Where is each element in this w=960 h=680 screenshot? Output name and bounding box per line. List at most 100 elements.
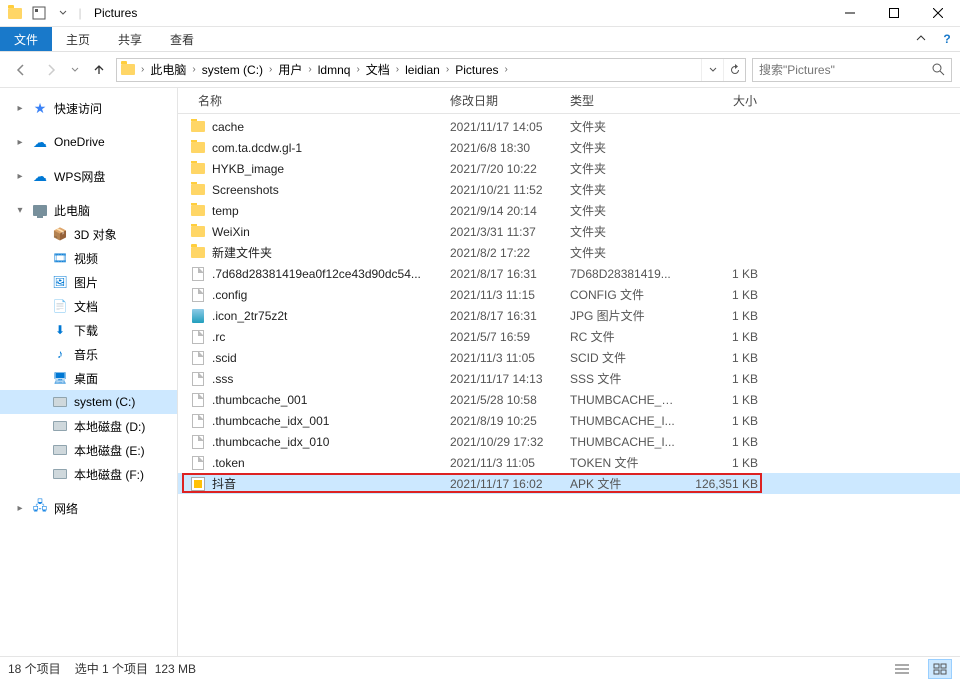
file-row[interactable]: .thumbcache_0012021/5/28 10:58THUMBCACHE…	[178, 389, 960, 410]
file-size: 126,351 KB	[684, 477, 764, 491]
file-row[interactable]: .thumbcache_idx_0012021/8/19 10:25THUMBC…	[178, 410, 960, 431]
breadcrumb-item[interactable]: leidian	[401, 59, 444, 81]
chevron-right-icon: ›	[503, 64, 510, 75]
breadcrumb-item[interactable]: 此电脑	[146, 59, 190, 81]
back-button[interactable]	[8, 57, 34, 83]
tree-network[interactable]: ▸🖧网络	[0, 496, 177, 520]
recent-dropdown-icon[interactable]	[68, 57, 82, 83]
file-date: 2021/11/17 14:13	[444, 372, 564, 386]
file-row[interactable]: .icon_2tr75z2t2021/8/17 16:31JPG 图片文件1 K…	[178, 305, 960, 326]
file-date: 2021/7/20 10:22	[444, 162, 564, 176]
view-icons-button[interactable]	[928, 659, 952, 679]
file-row[interactable]: .thumbcache_idx_0102021/10/29 17:32THUMB…	[178, 431, 960, 452]
tab-home[interactable]: 主页	[52, 27, 104, 51]
breadcrumbs: ›此电脑›system (C:)›用户›ldmnq›文档›leidian›Pic…	[139, 59, 701, 81]
address-bar[interactable]: ›此电脑›system (C:)›用户›ldmnq›文档›leidian›Pic…	[116, 58, 746, 82]
help-icon[interactable]: ?	[934, 27, 960, 51]
tree-item[interactable]: 🎞视频	[0, 246, 177, 270]
tree-item[interactable]: 🖼图片	[0, 270, 177, 294]
file-row[interactable]: .config2021/11/3 11:15CONFIG 文件1 KB	[178, 284, 960, 305]
tree-item-icon: 📄	[52, 298, 68, 314]
tab-share[interactable]: 共享	[104, 27, 156, 51]
view-details-button[interactable]	[890, 659, 914, 679]
column-headers: 名称 修改日期 类型 大小	[178, 88, 960, 114]
file-row[interactable]: .rc2021/5/7 16:59RC 文件1 KB	[178, 326, 960, 347]
address-dropdown-icon[interactable]	[701, 59, 723, 81]
tab-view[interactable]: 查看	[156, 27, 208, 51]
address-folder-icon	[117, 64, 139, 75]
title-bar: | Pictures	[0, 0, 960, 27]
file-row[interactable]: .scid2021/11/3 11:05SCID 文件1 KB	[178, 347, 960, 368]
star-icon: ★	[32, 100, 48, 116]
file-type: SSS 文件	[564, 370, 684, 387]
file-date: 2021/11/3 11:15	[444, 288, 564, 302]
tree-item[interactable]: 📦3D 对象	[0, 222, 177, 246]
column-type[interactable]: 类型	[564, 88, 684, 113]
column-size[interactable]: 大小	[684, 88, 764, 113]
breadcrumb-item[interactable]: Pictures	[451, 59, 502, 81]
tab-file[interactable]: 文件	[0, 27, 52, 51]
tree-item[interactable]: 本地磁盘 (D:)	[0, 414, 177, 438]
column-name[interactable]: 名称	[178, 88, 444, 113]
up-button[interactable]	[86, 57, 112, 83]
file-name: .icon_2tr75z2t	[212, 309, 287, 323]
file-row[interactable]: cache2021/11/17 14:05文件夹	[178, 116, 960, 137]
file-icon	[190, 329, 206, 345]
file-icon	[190, 392, 206, 408]
file-type: JPG 图片文件	[564, 307, 684, 324]
file-row[interactable]: com.ta.dcdw.gl-12021/6/8 18:30文件夹	[178, 137, 960, 158]
refresh-button[interactable]	[723, 59, 745, 81]
breadcrumb-item[interactable]: 文档	[362, 59, 394, 81]
tree-item[interactable]: 本地磁盘 (E:)	[0, 438, 177, 462]
file-icon	[190, 350, 206, 366]
file-name: HYKB_image	[212, 162, 284, 176]
forward-button[interactable]	[38, 57, 64, 83]
search-icon[interactable]	[925, 59, 951, 81]
file-type: APK 文件	[564, 475, 684, 492]
close-button[interactable]	[916, 0, 960, 27]
file-date: 2021/9/14 20:14	[444, 204, 564, 218]
column-date[interactable]: 修改日期	[444, 88, 564, 113]
file-icon	[190, 182, 206, 198]
tree-item[interactable]: 📄文档	[0, 294, 177, 318]
drive-icon	[52, 418, 68, 434]
file-icon	[190, 140, 206, 156]
file-rows: cache2021/11/17 14:05文件夹com.ta.dcdw.gl-1…	[178, 114, 960, 656]
file-row[interactable]: Screenshots2021/10/21 11:52文件夹	[178, 179, 960, 200]
qat-dropdown-icon[interactable]	[52, 2, 74, 24]
tree-item[interactable]: ♪音乐	[0, 342, 177, 366]
file-row[interactable]: 新建文件夹2021/8/2 17:22文件夹	[178, 242, 960, 263]
cloud-icon: ☁	[32, 168, 48, 184]
tree-item[interactable]: 🖥桌面	[0, 366, 177, 390]
file-row[interactable]: temp2021/9/14 20:14文件夹	[178, 200, 960, 221]
search-input[interactable]	[753, 63, 925, 77]
tree-quick-access[interactable]: ▸★快速访问	[0, 96, 177, 120]
ribbon-expand-icon[interactable]	[908, 27, 934, 51]
tree-wps[interactable]: ▸☁WPS网盘	[0, 164, 177, 188]
breadcrumb-item[interactable]: system (C:)	[198, 59, 267, 81]
file-row[interactable]: 抖音2021/11/17 16:02APK 文件126,351 KB	[178, 473, 960, 494]
file-type: 7D68D28381419...	[564, 267, 684, 281]
file-date: 2021/5/28 10:58	[444, 393, 564, 407]
properties-button[interactable]	[28, 2, 50, 24]
file-row[interactable]: .sss2021/11/17 14:13SSS 文件1 KB	[178, 368, 960, 389]
tree-label: 本地磁盘 (D:)	[74, 418, 145, 435]
chevron-right-icon: ›	[306, 64, 313, 75]
file-row[interactable]: .token2021/11/3 11:05TOKEN 文件1 KB	[178, 452, 960, 473]
minimize-button[interactable]	[828, 0, 872, 27]
tree-onedrive[interactable]: ▸☁OneDrive	[0, 130, 177, 154]
tree-item[interactable]: ⬇下载	[0, 318, 177, 342]
file-row[interactable]: HYKB_image2021/7/20 10:22文件夹	[178, 158, 960, 179]
maximize-button[interactable]	[872, 0, 916, 27]
tree-item-icon: ⬇	[52, 322, 68, 338]
file-list-pane: 名称 修改日期 类型 大小 cache2021/11/17 14:05文件夹co…	[178, 88, 960, 656]
file-row[interactable]: .7d68d28381419ea0f12ce43d90dc54...2021/8…	[178, 263, 960, 284]
tree-item[interactable]: 本地磁盘 (F:)	[0, 462, 177, 486]
tree-item[interactable]: system (C:)	[0, 390, 177, 414]
breadcrumb-item[interactable]: ldmnq	[314, 59, 355, 81]
tree-this-pc[interactable]: ▾此电脑	[0, 198, 177, 222]
file-row[interactable]: WeiXin2021/3/31 11:37文件夹	[178, 221, 960, 242]
search-box[interactable]	[752, 58, 952, 82]
file-name: .scid	[212, 351, 237, 365]
breadcrumb-item[interactable]: 用户	[274, 59, 306, 81]
